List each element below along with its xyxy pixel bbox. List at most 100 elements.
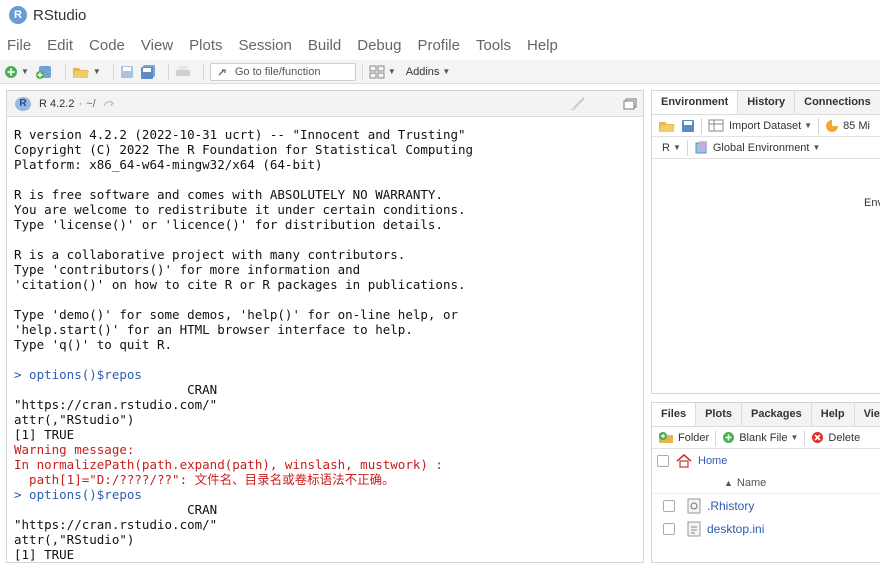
language-select[interactable]: R	[662, 142, 670, 154]
console-line: > options()$repos	[14, 367, 142, 382]
memory-usage-label[interactable]: 85 Mi	[843, 120, 870, 132]
title-bar: R RStudio	[0, 0, 880, 30]
console-line: Copyright (C) 2022 The R Foundation for …	[14, 142, 474, 157]
open-file-button[interactable]: ▼	[72, 63, 101, 81]
toolbar-divider	[167, 63, 169, 80]
console-line: [1] TRUE	[14, 547, 75, 562]
chevron-down-icon: ▼	[804, 121, 813, 130]
print-icon	[175, 65, 190, 76]
file-name-link[interactable]: .Rhistory	[707, 499, 754, 513]
menu-session[interactable]: Session	[239, 37, 292, 54]
tab-files[interactable]: Files	[652, 403, 697, 426]
console-header: R R 4.2.2 · ~/	[7, 91, 643, 117]
tab-connections[interactable]: Connections	[795, 91, 880, 114]
delete-icon	[812, 432, 824, 443]
console-separator: ·	[78, 97, 83, 110]
addins-button[interactable]: Addins ▼	[402, 63, 451, 81]
console-line: > options()$repos	[14, 487, 142, 502]
new-folder-button[interactable]: Folder	[678, 432, 709, 444]
home-icon[interactable]	[676, 453, 692, 468]
chevron-down-icon: ▼	[92, 67, 101, 76]
environment-pane: Environment History Connections Import D…	[651, 90, 880, 394]
menu-bar: File Edit Code View Plots Session Build …	[0, 33, 880, 57]
menu-view[interactable]: View	[141, 37, 173, 54]
menu-help[interactable]: Help	[527, 37, 558, 54]
chevron-down-icon: ▼	[442, 67, 451, 76]
environment-toolbar: Import Dataset ▼ 85 Mi	[652, 115, 880, 137]
chevron-down-icon: ▼	[387, 67, 396, 76]
select-all-checkbox[interactable]	[657, 454, 669, 467]
files-column-header: ▲ Name	[652, 472, 880, 494]
menu-edit[interactable]: Edit	[47, 37, 73, 54]
file-name-link[interactable]: desktop.ini	[707, 522, 764, 536]
console-line: Type 'contributors()' for more informati…	[14, 262, 361, 277]
tab-history[interactable]: History	[738, 91, 796, 114]
tab-environment[interactable]: Environment	[652, 91, 739, 114]
menu-debug[interactable]: Debug	[357, 37, 401, 54]
print-button[interactable]	[175, 63, 191, 81]
console-line: You are welcome to redistribute it under…	[14, 202, 466, 217]
console-line: attr(,"RStudio")	[14, 412, 135, 427]
menu-file[interactable]: File	[7, 37, 31, 54]
maximize-pane-icon[interactable]	[623, 98, 637, 110]
new-project-button[interactable]	[35, 63, 53, 81]
console-line: "https://cran.rstudio.com/"	[14, 517, 218, 532]
save-workspace-icon[interactable]	[681, 119, 695, 133]
menu-tools[interactable]: Tools	[476, 37, 511, 54]
load-workspace-icon[interactable]	[658, 119, 676, 133]
new-blank-file-button[interactable]: Blank File	[739, 432, 787, 444]
list-item[interactable]: .Rhistory	[652, 494, 880, 517]
toolbar-divider	[804, 429, 806, 446]
new-project-icon	[35, 65, 51, 79]
menu-code[interactable]: Code	[89, 37, 125, 54]
console-line: [1] TRUE	[14, 427, 75, 442]
console-r-version: R 4.2.2	[39, 97, 75, 110]
folder-open-icon	[72, 67, 89, 78]
console-working-dir: ~/	[86, 97, 96, 110]
save-button[interactable]	[120, 63, 134, 81]
import-dataset-button[interactable]: Import Dataset	[729, 120, 801, 132]
rstudio-logo-icon: R	[9, 6, 27, 24]
go-to-file-input[interactable]: Go to file/function	[209, 62, 356, 81]
delete-button[interactable]: Delete	[828, 432, 860, 444]
save-icon	[120, 65, 133, 78]
console-line: Type 'q()' to quit R.	[14, 337, 173, 352]
go-to-placeholder: Go to file/function	[234, 65, 321, 78]
menu-profile[interactable]: Profile	[417, 37, 460, 54]
sort-up-icon: ▲	[724, 477, 733, 488]
workspace-panes-button[interactable]: ▼	[369, 63, 396, 81]
menu-plots[interactable]: Plots	[189, 37, 222, 54]
list-item[interactable]: desktop.ini	[652, 517, 880, 540]
console-line: path[1]="D:/????/??": 文件名、目录名或卷标语法不正确。	[14, 472, 395, 487]
tab-plots[interactable]: Plots	[696, 403, 742, 426]
console-line: "https://cran.rstudio.com/"	[14, 397, 218, 412]
breadcrumb-home[interactable]: Home	[698, 455, 727, 467]
memory-usage-icon	[826, 119, 839, 132]
console-line: CRAN	[14, 502, 218, 517]
clear-console-icon[interactable]	[569, 96, 589, 112]
go-to-directory-icon[interactable]	[102, 98, 116, 110]
window-title: RStudio	[33, 6, 87, 24]
files-tabs: Files Plots Packages Help Viev	[652, 403, 880, 427]
toolbar-divider	[715, 429, 717, 446]
tab-viewer[interactable]: Viev	[855, 403, 880, 426]
tab-help[interactable]: Help	[812, 403, 855, 426]
tab-packages[interactable]: Packages	[742, 403, 812, 426]
environment-tabs: Environment History Connections	[652, 91, 880, 115]
settings-file-icon	[687, 521, 701, 536]
files-toolbar: Folder Blank File ▼ Delete	[652, 427, 880, 449]
file-checkbox[interactable]	[663, 499, 675, 512]
save-all-button[interactable]	[140, 63, 156, 81]
global-environment-select[interactable]: Global Environment	[713, 142, 810, 154]
console-pane: R R 4.2.2 · ~/ R version 4.2.2 (2022-10-…	[6, 90, 644, 563]
grid-icon	[369, 65, 385, 78]
chevron-down-icon: ▼	[672, 143, 681, 152]
plus-icon	[5, 65, 17, 78]
console-output[interactable]: R version 4.2.2 (2022-10-31 ucrt) -- "In…	[7, 117, 643, 562]
new-file-button[interactable]: ▼	[4, 63, 29, 81]
name-column-header[interactable]: Name	[737, 477, 766, 489]
menu-build[interactable]: Build	[308, 37, 341, 54]
file-checkbox[interactable]	[663, 522, 675, 535]
